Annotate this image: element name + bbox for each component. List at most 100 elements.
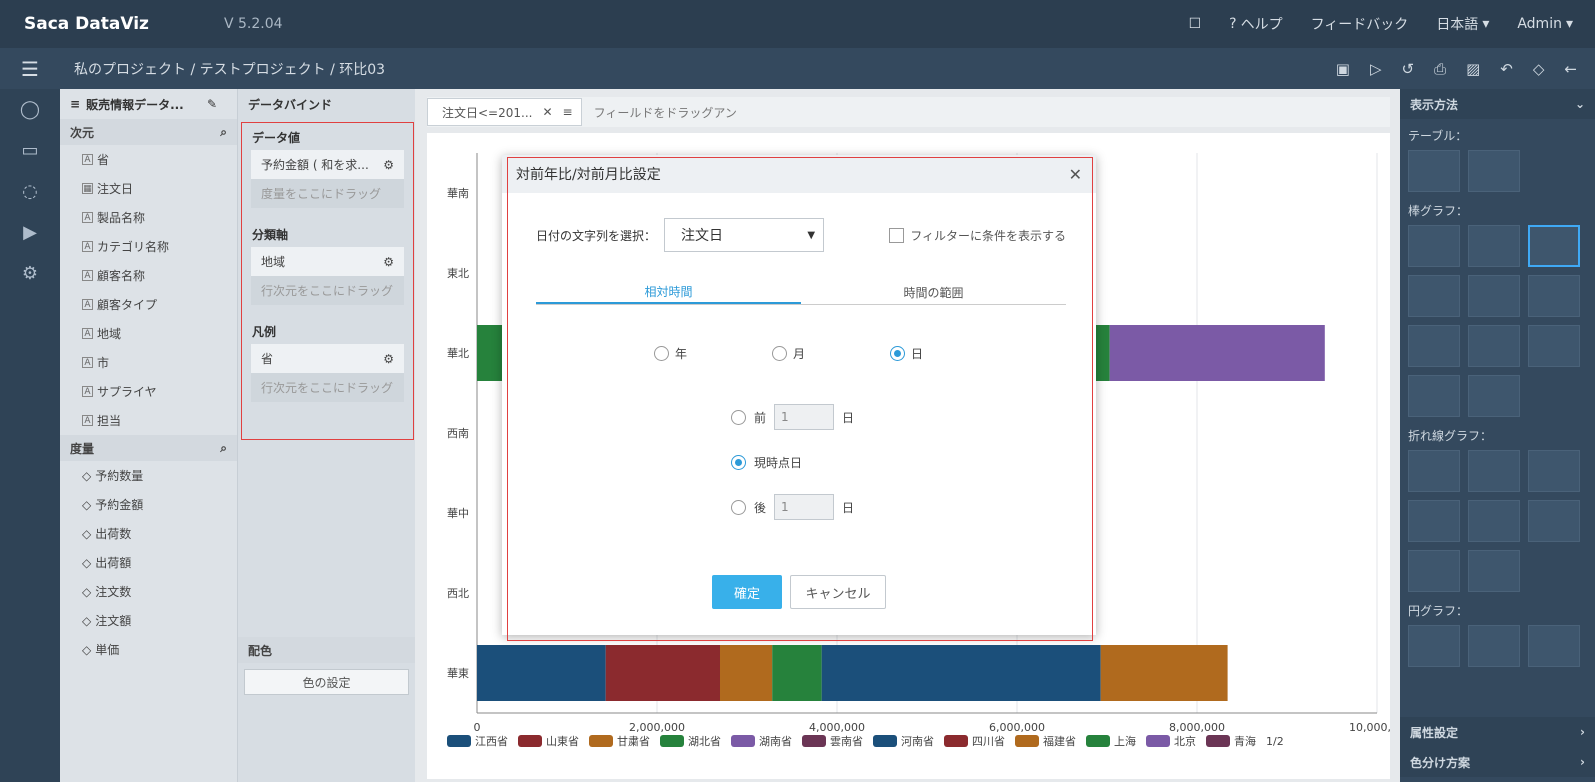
dimension-item[interactable]: A カテゴリ名称 bbox=[60, 232, 237, 261]
user-icon[interactable]: ◯ bbox=[20, 99, 40, 120]
back-icon[interactable]: ← bbox=[1564, 60, 1577, 78]
refresh-icon[interactable]: ◌ bbox=[22, 181, 38, 202]
line-type-thumb[interactable] bbox=[1528, 500, 1580, 542]
crosstab-type-thumb[interactable] bbox=[1468, 150, 1520, 192]
ring-type-thumb[interactable] bbox=[1528, 625, 1580, 667]
current-radio[interactable] bbox=[731, 455, 746, 470]
bar-type-thumb[interactable] bbox=[1408, 325, 1460, 367]
show-filter-checkbox[interactable]: フィルターに条件を表示する bbox=[889, 227, 1066, 244]
print-icon[interactable]: ⎙ bbox=[1434, 60, 1446, 78]
feedback-link[interactable]: フィードバック bbox=[1311, 14, 1409, 34]
measure-item[interactable]: ◇ 注文額 bbox=[60, 606, 237, 635]
legend-item[interactable]: 江西省 bbox=[447, 733, 508, 749]
edit-icon[interactable]: ✎ bbox=[207, 97, 217, 111]
value-chip[interactable]: 予約金額 ( 和を求... ⚙ bbox=[251, 150, 404, 179]
measure-item[interactable]: ◇ 注文数 bbox=[60, 577, 237, 606]
donut-type-thumb[interactable] bbox=[1468, 625, 1520, 667]
value-drop-zone[interactable]: 度量をここにドラッグ bbox=[251, 179, 404, 208]
dimension-item[interactable]: A 担当 bbox=[60, 406, 237, 435]
bar-type-thumb[interactable] bbox=[1468, 225, 1520, 267]
radio-circle[interactable] bbox=[890, 346, 905, 361]
dimension-item[interactable]: A 顧客タイプ bbox=[60, 290, 237, 319]
unit-month-radio[interactable]: 月 bbox=[772, 345, 805, 362]
settings-icon[interactable]: ⚙ bbox=[383, 158, 394, 172]
legend-item[interactable]: 雲南省 bbox=[802, 733, 863, 749]
date-field-select[interactable]: 注文日 ▼ bbox=[664, 218, 825, 252]
pie-type-thumb[interactable] bbox=[1408, 625, 1460, 667]
play-icon[interactable]: ▷ bbox=[1370, 60, 1382, 78]
unit-day-radio[interactable]: 日 bbox=[890, 345, 923, 362]
dimension-item[interactable]: A市 bbox=[60, 348, 237, 377]
line-type-thumb[interactable] bbox=[1408, 550, 1460, 592]
bar-type-thumb[interactable] bbox=[1408, 275, 1460, 317]
dataset-header[interactable]: ≡ 販売情報データ... ✎ bbox=[60, 89, 237, 119]
user-menu[interactable]: Admin ▾ bbox=[1517, 16, 1573, 32]
settings-icon[interactable]: ⚙ bbox=[383, 352, 394, 366]
ok-button[interactable]: 確定 bbox=[712, 575, 782, 609]
bar-type-thumb[interactable] bbox=[1468, 275, 1520, 317]
close-icon[interactable]: ✕ bbox=[542, 105, 552, 119]
table-type-thumb[interactable] bbox=[1408, 150, 1460, 192]
help-link[interactable]: ? ヘルプ bbox=[1229, 14, 1282, 34]
image-icon[interactable]: ▨ bbox=[1466, 60, 1480, 78]
search-icon[interactable]: ⌕ bbox=[220, 441, 227, 456]
edit-icon[interactable]: ☐ bbox=[1189, 16, 1202, 32]
legend-item[interactable]: 上海 bbox=[1086, 733, 1136, 749]
line-type-thumb[interactable] bbox=[1468, 450, 1520, 492]
legend-pager[interactable]: 1/2 bbox=[1266, 735, 1284, 748]
search-icon[interactable]: ⌕ bbox=[220, 125, 227, 140]
dimension-item[interactable]: A 顧客名称 bbox=[60, 261, 237, 290]
gear-icon[interactable]: ⚙ bbox=[22, 263, 38, 284]
measure-item[interactable]: ◇ 予約数量 bbox=[60, 461, 237, 490]
monitor-icon[interactable]: ▭ bbox=[21, 140, 38, 161]
before-days-input[interactable]: 1 bbox=[774, 404, 835, 430]
line-type-thumb[interactable] bbox=[1528, 450, 1580, 492]
unit-year-radio[interactable]: 年 bbox=[654, 345, 687, 362]
dimension-item[interactable]: A 製品名称 bbox=[60, 203, 237, 232]
dimension-item[interactable]: A 地域 bbox=[60, 319, 237, 348]
dimension-item[interactable]: A サプライヤ bbox=[60, 377, 237, 406]
cancel-button[interactable]: キャンセル bbox=[790, 575, 886, 609]
language-select[interactable]: 日本語 ▾ bbox=[1436, 14, 1489, 34]
radio-circle[interactable] bbox=[772, 346, 787, 361]
dimension-item[interactable]: A省 bbox=[60, 145, 237, 174]
settings-icon[interactable]: ⚙ bbox=[383, 255, 394, 269]
play-circle-icon[interactable]: ▶ bbox=[23, 222, 37, 243]
legend-item[interactable]: 湖北省 bbox=[660, 733, 721, 749]
close-icon[interactable]: ✕ bbox=[1069, 165, 1082, 184]
list-icon[interactable]: ≡ bbox=[563, 105, 573, 119]
axis-chip[interactable]: 地域 ⚙ bbox=[251, 247, 404, 276]
line-type-thumb[interactable] bbox=[1468, 500, 1520, 542]
legend-item[interactable]: 河南省 bbox=[873, 733, 934, 749]
measure-item[interactable]: ◇ 単価 bbox=[60, 635, 237, 664]
radio-circle[interactable] bbox=[654, 346, 669, 361]
color-settings-button[interactable]: 色の設定 bbox=[244, 669, 409, 695]
measure-item[interactable]: ◇ 出荷数 bbox=[60, 519, 237, 548]
legend-item[interactable]: 甘粛省 bbox=[589, 733, 650, 749]
legend-item[interactable]: 北京 bbox=[1146, 733, 1196, 749]
axis-drop-zone[interactable]: 行次元をここにドラッグ bbox=[251, 276, 404, 305]
bar-type-thumb[interactable] bbox=[1528, 325, 1580, 367]
filter-tag[interactable]: 注文日<=201... ✕ ≡ bbox=[427, 98, 582, 126]
display-method-header[interactable]: 表示方法 ⌄ bbox=[1400, 89, 1595, 119]
line-type-thumb[interactable] bbox=[1468, 550, 1520, 592]
bar-type-thumb[interactable] bbox=[1468, 375, 1520, 417]
bar-type-thumb[interactable] bbox=[1408, 375, 1460, 417]
legend-item[interactable]: 山東省 bbox=[518, 733, 579, 749]
after-days-input[interactable]: 1 bbox=[774, 494, 835, 520]
tab-relative-time[interactable]: 相対時間 bbox=[536, 280, 801, 304]
bar-type-thumb[interactable] bbox=[1468, 325, 1520, 367]
after-radio[interactable] bbox=[731, 499, 746, 515]
bar-type-thumb[interactable] bbox=[1408, 225, 1460, 267]
legend-item[interactable]: 湖南省 bbox=[731, 733, 792, 749]
undo-icon[interactable]: ↶ bbox=[1500, 60, 1513, 78]
measure-item[interactable]: ◇ 出荷額 bbox=[60, 548, 237, 577]
legend-item[interactable]: 福建省 bbox=[1015, 733, 1076, 749]
line-type-thumb[interactable] bbox=[1408, 450, 1460, 492]
legend-chip[interactable]: 省 ⚙ bbox=[251, 344, 404, 373]
menu-icon[interactable]: ☰ bbox=[0, 57, 60, 81]
line-type-thumb[interactable] bbox=[1408, 500, 1460, 542]
checkbox-box[interactable] bbox=[889, 227, 905, 243]
measure-item[interactable]: ◇ 予約金額 bbox=[60, 490, 237, 519]
legend-drop-zone[interactable]: 行次元をここにドラッグ bbox=[251, 373, 404, 402]
